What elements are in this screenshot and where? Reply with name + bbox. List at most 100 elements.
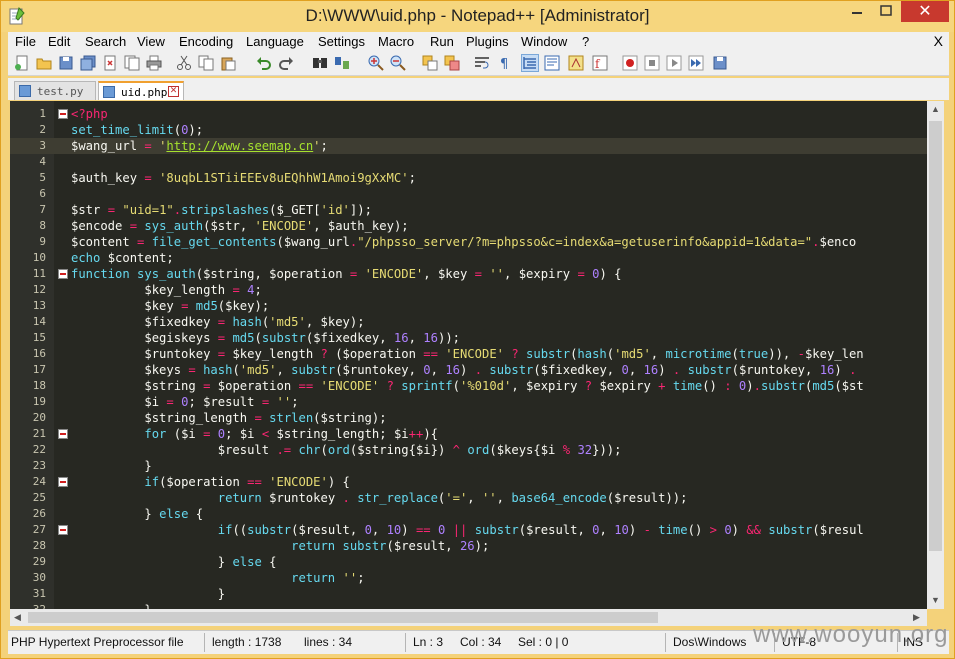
scroll-down-icon[interactable]: ▼: [931, 595, 940, 605]
code-line[interactable]: 16 $runtokey = $key_length ? ($operation…: [10, 346, 927, 362]
print-icon[interactable]: [146, 55, 162, 71]
sync-vertical-icon[interactable]: [422, 55, 438, 71]
doc-map-icon[interactable]: [568, 55, 584, 71]
save-all-icon[interactable]: [80, 55, 96, 71]
tab-uid-php[interactable]: uid.php ✕: [98, 81, 184, 100]
save-macro-icon[interactable]: [712, 55, 728, 71]
zoom-out-icon[interactable]: [390, 55, 406, 71]
open-file-icon[interactable]: [36, 55, 52, 71]
redo-icon[interactable]: [278, 55, 294, 71]
fold-toggle-icon[interactable]: [58, 429, 68, 439]
stop-macro-icon[interactable]: [644, 55, 660, 71]
code-line[interactable]: 32 }: [10, 602, 927, 609]
code-line[interactable]: 19 $i = 0; $result = '';: [10, 394, 927, 410]
code-line[interactable]: 20 $string_length = strlen($string);: [10, 410, 927, 426]
word-wrap-icon[interactable]: [474, 55, 490, 71]
menu-encoding[interactable]: Encoding: [179, 34, 233, 49]
horizontal-scroll-thumb[interactable]: [28, 612, 658, 623]
code-line[interactable]: 6: [10, 186, 927, 202]
sync-horizontal-icon[interactable]: [444, 55, 460, 71]
code-line[interactable]: 30 return '';: [10, 570, 927, 586]
fold-toggle-icon[interactable]: [58, 269, 68, 279]
indent-guide-icon[interactable]: [521, 54, 539, 72]
cut-icon[interactable]: [176, 55, 192, 71]
menu-edit[interactable]: Edit: [48, 34, 70, 49]
run-macro-multiple-icon[interactable]: [688, 55, 704, 71]
code-editor[interactable]: 1 <?php 2 set_time_limit(0); 3 $wang_url = 'h…: [10, 101, 927, 609]
menu-language[interactable]: Language: [246, 34, 304, 49]
paste-icon[interactable]: [220, 55, 236, 71]
zoom-in-icon[interactable]: [368, 55, 384, 71]
find-icon[interactable]: [312, 55, 328, 71]
save-icon[interactable]: [58, 55, 74, 71]
code-line[interactable]: 14 $fixedkey = hash('md5', $key);: [10, 314, 927, 330]
new-file-icon[interactable]: [14, 55, 30, 71]
fold-toggle-icon[interactable]: [58, 477, 68, 487]
code-text: <?php: [71, 107, 108, 121]
code-line[interactable]: 4: [10, 154, 927, 170]
code-line[interactable]: 11 function sys_auth($string, $operation …: [10, 266, 927, 282]
menu-plugins[interactable]: Plugins: [466, 34, 509, 49]
maximize-button[interactable]: [872, 1, 900, 22]
code-line[interactable]: 5 $auth_key = '8uqbL1STiiEEEv8uEQhhW1Amoi…: [10, 170, 927, 186]
menu-view[interactable]: View: [137, 34, 165, 49]
tab-label: test.py: [37, 85, 84, 98]
tab-test-py[interactable]: test.py: [14, 81, 96, 100]
code-line[interactable]: 24 if($operation == 'ENCODE') {: [10, 474, 927, 490]
menu-search[interactable]: Search: [85, 34, 126, 49]
code-text: $result .= chr(ord($string{$i}) ^ ord($k…: [217, 443, 622, 457]
menu-window[interactable]: Window: [521, 34, 567, 49]
close-all-icon[interactable]: [124, 55, 140, 71]
code-line[interactable]: 18 $string = $operation == 'ENCODE' ? sp…: [10, 378, 927, 394]
code-line[interactable]: 31 }: [10, 586, 927, 602]
code-line[interactable]: 17 $keys = hash('md5', substr($runtokey,…: [10, 362, 927, 378]
scroll-left-icon[interactable]: ◀: [14, 612, 21, 623]
fold-toggle-icon[interactable]: [58, 525, 68, 535]
code-line[interactable]: 15 $egiskeys = md5(substr($fixedkey, 16,…: [10, 330, 927, 346]
title-bar[interactable]: D:\WWW\uid.php - Notepad++ [Administrato…: [1, 1, 954, 32]
code-line[interactable]: 13 $key = md5($key);: [10, 298, 927, 314]
menu-file[interactable]: File: [15, 34, 36, 49]
code-line[interactable]: 25 return $runtokey . str_replace('=', '…: [10, 490, 927, 506]
minimize-button[interactable]: [843, 1, 871, 22]
code-line[interactable]: 3 $wang_url = 'http://www.seemap.cn';: [10, 138, 927, 154]
close-document-button[interactable]: X: [934, 33, 943, 49]
vertical-scroll-thumb[interactable]: [929, 121, 942, 551]
replace-icon[interactable]: [334, 55, 350, 71]
undo-icon[interactable]: [256, 55, 272, 71]
code-line[interactable]: 21 for ($i = 0; $i < $string_length; $i+…: [10, 426, 927, 442]
close-window-button[interactable]: ✕: [901, 1, 949, 22]
close-file-icon[interactable]: [102, 55, 118, 71]
menu-settings[interactable]: Settings: [318, 34, 365, 49]
vertical-scrollbar[interactable]: ▲ ▼: [927, 101, 944, 609]
code-line[interactable]: 7 $str = "uid=1".stripslashes($_GET['id']…: [10, 202, 927, 218]
show-all-chars-icon[interactable]: ¶: [496, 55, 512, 71]
menu-help[interactable]: ?: [582, 34, 589, 49]
code-line[interactable]: 9 $content = file_get_contents($wang_url.…: [10, 234, 927, 250]
code-line[interactable]: 29 } else {: [10, 554, 927, 570]
line-number: 31: [32, 587, 46, 600]
code-line[interactable]: 23 }: [10, 458, 927, 474]
play-macro-icon[interactable]: [666, 55, 682, 71]
copy-icon[interactable]: [198, 55, 214, 71]
fold-toggle-icon[interactable]: [58, 109, 68, 119]
line-number: 2: [39, 123, 46, 136]
code-line[interactable]: 27 if((substr($result, 0, 10) == 0 || su…: [10, 522, 927, 538]
code-line[interactable]: 12 $key_length = 4;: [10, 282, 927, 298]
code-line[interactable]: 2 set_time_limit(0);: [10, 122, 927, 138]
close-tab-icon[interactable]: ✕: [168, 86, 179, 97]
scroll-up-icon[interactable]: ▲: [931, 104, 940, 114]
code-line[interactable]: 28 return substr($result, 26);: [10, 538, 927, 554]
menu-run[interactable]: Run: [430, 34, 454, 49]
function-list-icon[interactable]: f: [592, 55, 608, 71]
code-line[interactable]: 22 $result .= chr(ord($string{$i}) ^ ord…: [10, 442, 927, 458]
record-macro-icon[interactable]: [622, 55, 638, 71]
code-line[interactable]: 10 echo $content;: [10, 250, 927, 266]
menu-macro[interactable]: Macro: [378, 34, 414, 49]
code-line[interactable]: 8 $encode = sys_auth($str, 'ENCODE', $aut…: [10, 218, 927, 234]
code-line[interactable]: 1 <?php: [10, 106, 927, 122]
code-text: if((substr($result, 0, 10) == 0 || subst…: [217, 523, 864, 537]
code-line[interactable]: 26 } else {: [10, 506, 927, 522]
udl-icon[interactable]: [544, 55, 560, 71]
code-text: if($operation == 'ENCODE') {: [144, 475, 350, 489]
